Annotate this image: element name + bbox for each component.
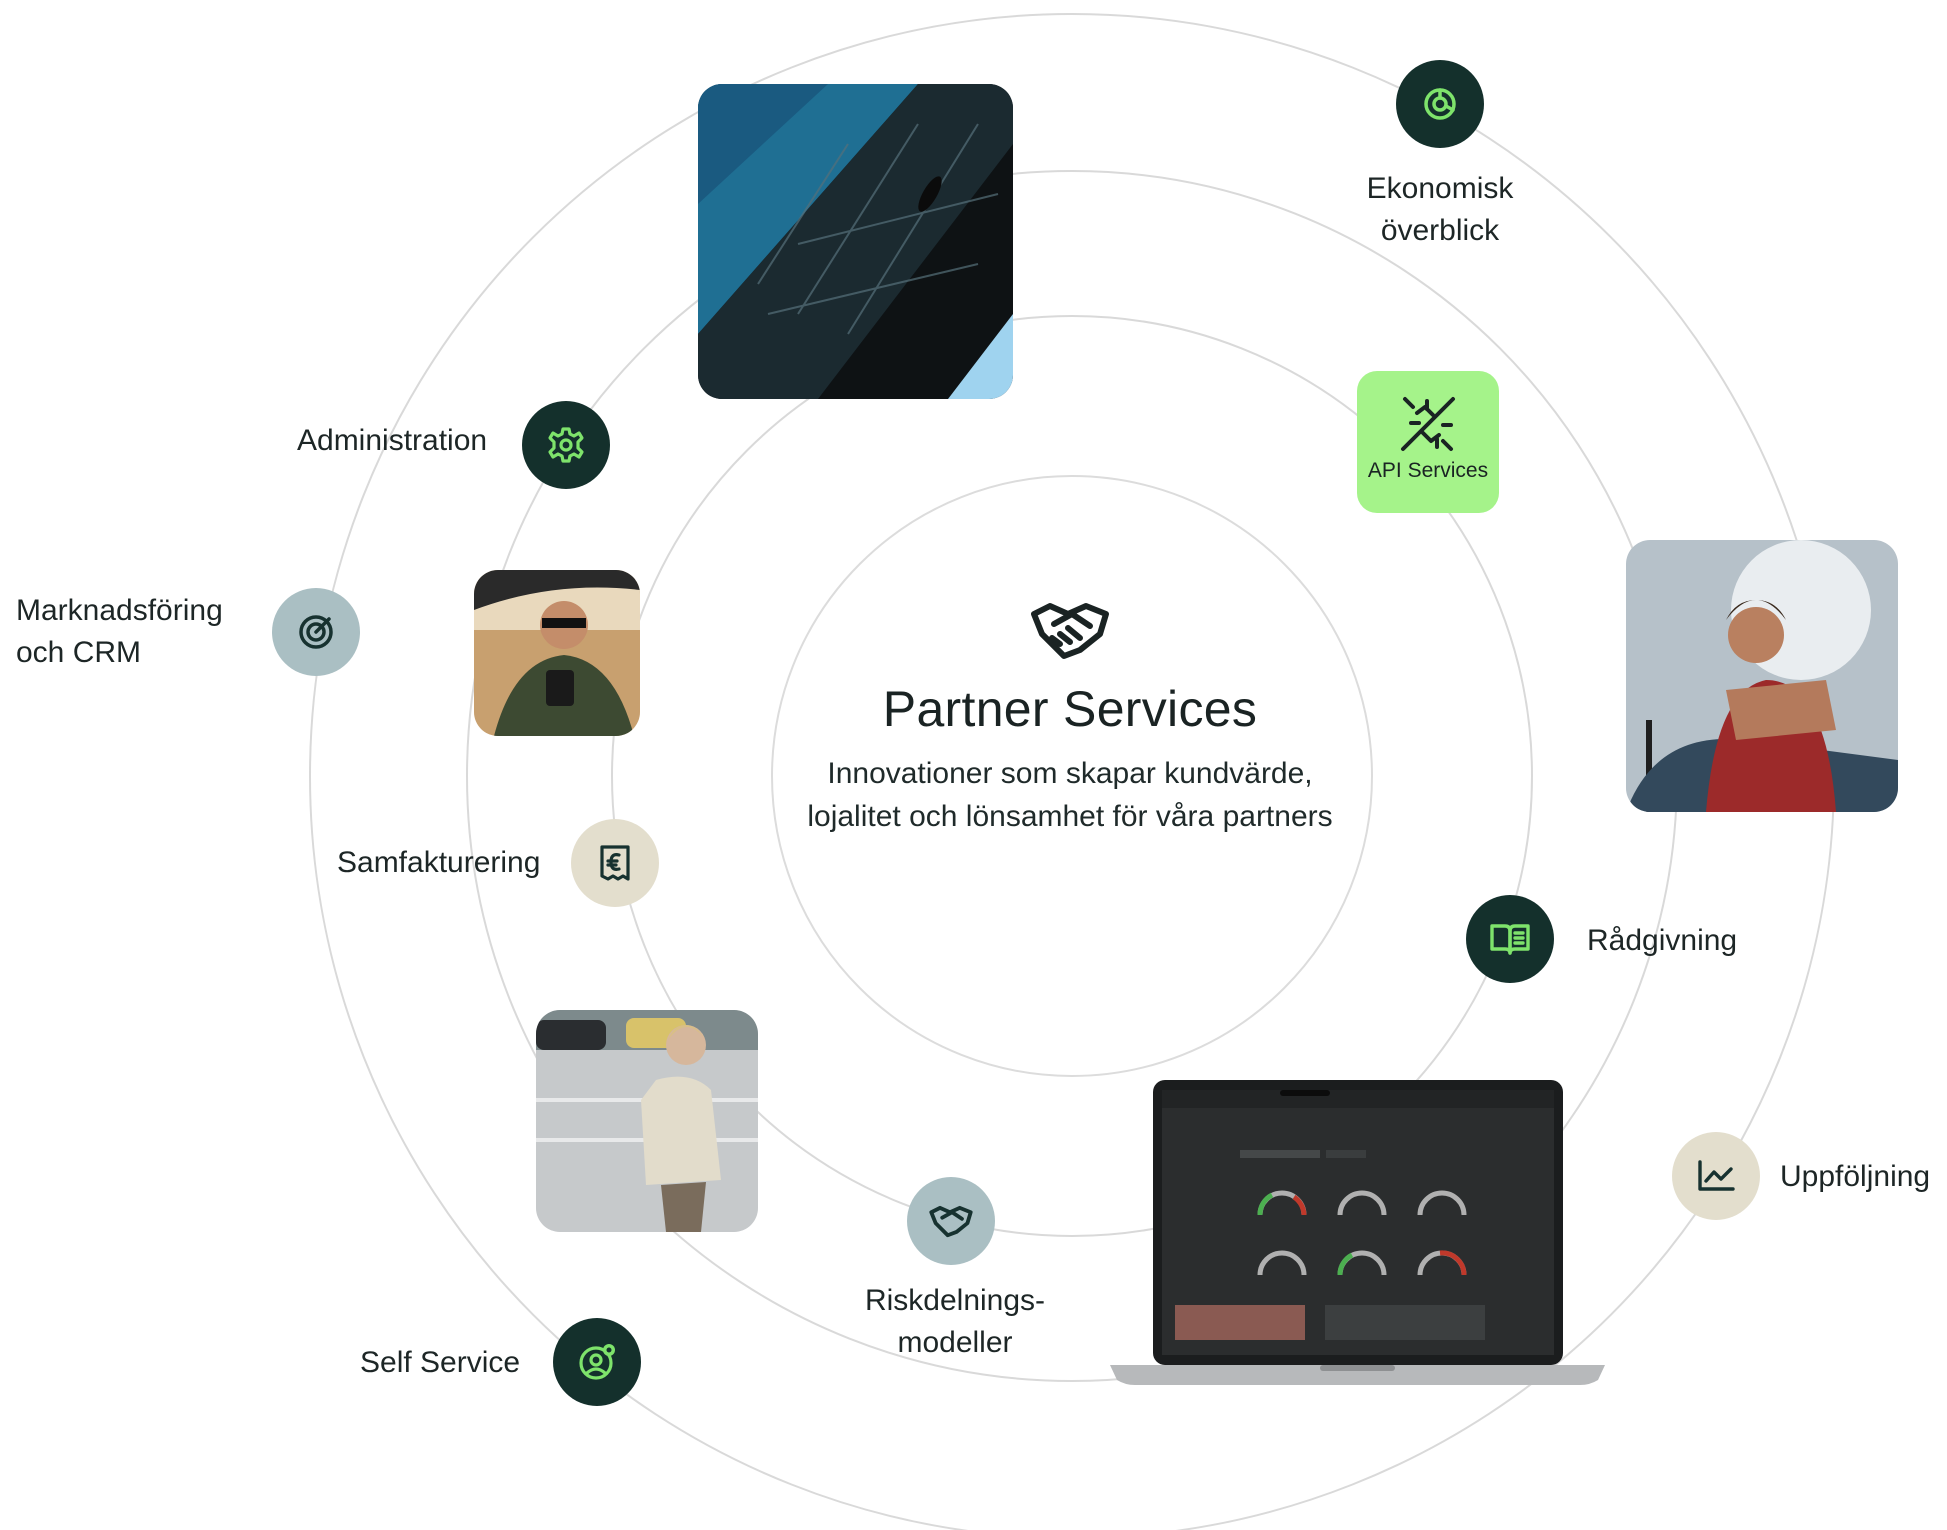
user-gear-icon xyxy=(579,1344,615,1380)
photo-woman-street xyxy=(536,1010,758,1232)
api-services-tile[interactable]: API Services xyxy=(1357,371,1499,513)
api-services-label: API Services xyxy=(1367,459,1489,482)
center-title: Partner Services xyxy=(882,681,1258,737)
samfakturering-badge[interactable] xyxy=(571,819,659,907)
target-icon xyxy=(299,615,333,649)
marknadsforing-label: Marknadsföring och CRM xyxy=(16,594,223,669)
ekonomisk-badge[interactable] xyxy=(1396,60,1484,148)
photo-young-man xyxy=(1626,540,1898,812)
marknadsforing-badge[interactable] xyxy=(272,588,360,676)
chart-pie-icon xyxy=(1424,88,1456,120)
photo-building xyxy=(698,84,1013,399)
handshake-icon xyxy=(929,1205,973,1238)
handshake-icon xyxy=(1031,603,1109,659)
self-service-badge[interactable] xyxy=(553,1318,641,1406)
center-subtitle: Innovationer som skapar kundvärde, lojal… xyxy=(807,757,1333,833)
riskdelning-label: Riskdelnings- modeller xyxy=(864,1284,1046,1359)
samfakturering-label: Samfakturering xyxy=(337,846,541,879)
uppfoljning-badge[interactable] xyxy=(1672,1132,1760,1220)
gear-icon xyxy=(548,427,584,463)
self-service-label: Self Service xyxy=(360,1346,521,1379)
invoice-icon xyxy=(600,845,630,881)
administration-label: Administration xyxy=(297,424,488,457)
radgivning-label: Rådgivning xyxy=(1587,924,1738,957)
photo-man-phone xyxy=(474,570,640,736)
plug-disconnect-icon xyxy=(1401,397,1455,451)
laptop-dashboard xyxy=(1110,1080,1605,1385)
riskdelning-badge[interactable] xyxy=(907,1177,995,1265)
line-chart-icon xyxy=(1698,1160,1735,1191)
uppfoljning-label: Uppföljning xyxy=(1780,1160,1931,1193)
radgivning-badge[interactable] xyxy=(1466,895,1554,983)
book-icon xyxy=(1490,924,1530,955)
ekonomisk-label: Ekonomisk överblick xyxy=(1366,172,1514,247)
center-hub: Partner Services Innovationer som skapar… xyxy=(770,600,1370,940)
administration-badge[interactable] xyxy=(522,401,610,489)
